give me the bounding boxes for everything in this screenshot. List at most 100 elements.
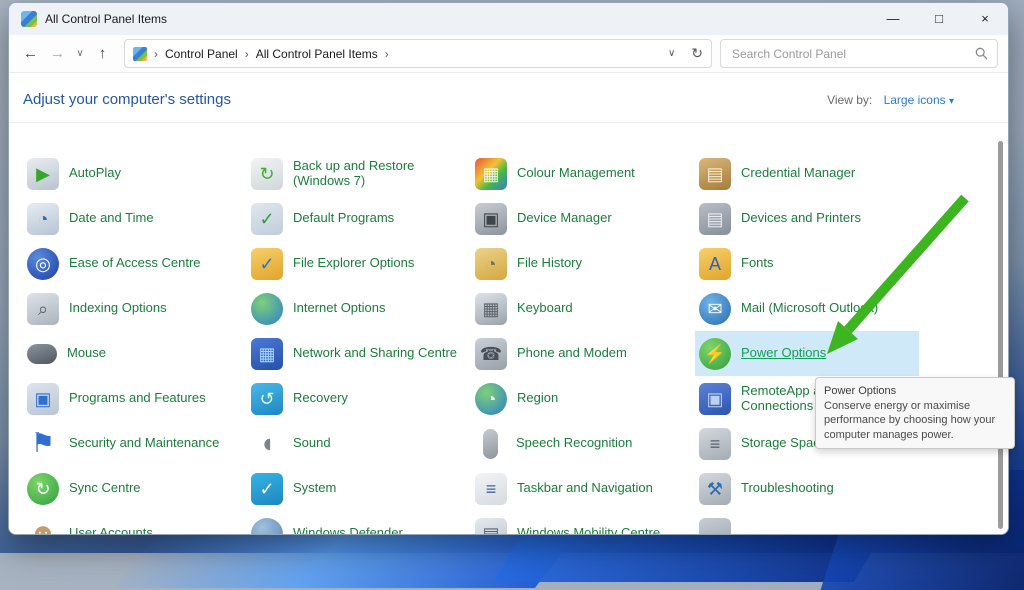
- item-date-time[interactable]: ◔ Date and Time: [23, 196, 247, 241]
- internet-options-icon: [251, 293, 283, 325]
- breadcrumb-chevron-icon[interactable]: ›: [385, 47, 389, 61]
- tooltip-line: Conserve energy or maximise: [824, 399, 1006, 414]
- keyboard-icon: ▦: [475, 293, 507, 325]
- search-input[interactable]: [730, 46, 975, 62]
- item-label: Programs and Features: [69, 391, 206, 406]
- item-label: Sync Centre: [69, 481, 141, 496]
- item-security-maintenance[interactable]: ⚑ Security and Maintenance: [23, 421, 247, 466]
- item-mouse[interactable]: Mouse: [23, 331, 247, 376]
- tooltip-title: Power Options: [824, 384, 1006, 399]
- page-title: Adjust your computer's settings: [23, 91, 231, 108]
- header-divider: [9, 122, 1008, 123]
- item-autoplay[interactable]: ▶AutoPlay: [23, 151, 247, 196]
- item-programs-features[interactable]: ▣Programs and Features: [23, 376, 247, 421]
- item-windows-tools[interactable]: [695, 511, 919, 535]
- view-by-control[interactable]: View by: Large icons ▾: [827, 93, 954, 107]
- maximize-button[interactable]: □: [916, 3, 962, 35]
- breadcrumb-control-panel[interactable]: Control Panel: [165, 47, 238, 61]
- network-sharing-icon: ▦: [251, 338, 283, 370]
- control-panel-app-icon: [21, 11, 37, 27]
- item-user-accounts[interactable]: ☻User Accounts: [23, 511, 247, 535]
- sound-icon: ◖: [251, 428, 283, 460]
- item-label: Region: [517, 391, 558, 406]
- item-speech-recognition[interactable]: Speech Recognition: [471, 421, 695, 466]
- breadcrumb-all-items[interactable]: All Control Panel Items: [256, 47, 378, 61]
- storage-spaces-icon: ≡: [699, 428, 731, 460]
- close-button[interactable]: ×: [962, 3, 1008, 35]
- item-label: Security and Maintenance: [69, 436, 219, 451]
- window-title: All Control Panel Items: [45, 12, 167, 26]
- item-label: Troubleshooting: [741, 481, 834, 496]
- item-windows-defender[interactable]: Windows Defender: [247, 511, 471, 535]
- recent-pages-chevron-icon[interactable]: ∨: [71, 48, 89, 59]
- item-file-history[interactable]: ◔File History: [471, 241, 695, 286]
- breadcrumb-chevron-icon[interactable]: ›: [245, 47, 249, 61]
- item-label: File History: [517, 256, 582, 271]
- autoplay-icon: ▶: [27, 158, 59, 190]
- item-keyboard[interactable]: ▦Keyboard: [471, 286, 695, 331]
- default-programs-icon: ✓: [251, 203, 283, 235]
- item-network-sharing[interactable]: ▦ Network and Sharing Centre: [247, 331, 471, 376]
- item-sound[interactable]: ◖Sound: [247, 421, 471, 466]
- view-by-caret-icon[interactable]: ▾: [949, 96, 954, 107]
- up-icon[interactable]: ↑: [89, 45, 116, 62]
- credential-manager-icon: ▤: [699, 158, 731, 190]
- power-options-icon: ⚡: [699, 338, 731, 370]
- item-taskbar-navigation[interactable]: ≡ Taskbar and Navigation: [471, 466, 695, 511]
- item-label: Default Programs: [293, 211, 394, 226]
- recovery-icon: ↺: [251, 383, 283, 415]
- search-box[interactable]: [720, 39, 998, 68]
- item-devices-printers[interactable]: ▤Devices and Printers: [695, 196, 919, 241]
- minimize-button[interactable]: —: [870, 3, 916, 35]
- item-label: Network and Sharing Centre: [293, 346, 457, 361]
- view-by-value[interactable]: Large icons: [884, 93, 946, 107]
- device-manager-icon: ▣: [475, 203, 507, 235]
- item-credential-manager[interactable]: ▤ Credential Manager: [695, 151, 919, 196]
- power-options-tooltip: Power Options Conserve energy or maximis…: [815, 377, 1015, 449]
- devices-printers-icon: ▤: [699, 203, 731, 235]
- item-fonts[interactable]: AFonts: [695, 241, 919, 286]
- fonts-icon: A: [699, 248, 731, 280]
- item-internet-options[interactable]: Internet Options: [247, 286, 471, 331]
- item-windows-mobility-centre[interactable]: ▤Windows Mobility Centre: [471, 511, 695, 535]
- security-maintenance-icon: ⚑: [27, 428, 59, 460]
- item-label: Power Options: [741, 346, 826, 361]
- refresh-icon[interactable]: ↻: [691, 45, 703, 62]
- breadcrumb-chevron-icon[interactable]: ›: [154, 47, 158, 61]
- item-label: Credential Manager: [741, 166, 855, 181]
- item-ease-of-access[interactable]: ◎Ease of Access Centre: [23, 241, 247, 286]
- control-panel-crumb-icon[interactable]: [133, 47, 147, 61]
- item-default-programs[interactable]: ✓ Default Programs: [247, 196, 471, 241]
- item-power-options[interactable]: ⚡ Power Options: [695, 331, 919, 376]
- item-label: Mouse: [67, 346, 106, 361]
- taskbar-navigation-icon: ≡: [475, 473, 507, 505]
- backup-restore-icon: ↻: [251, 158, 283, 190]
- item-label: Taskbar and Navigation: [517, 481, 653, 496]
- address-dropdown-icon[interactable]: ∨: [668, 48, 675, 59]
- item-troubleshooting[interactable]: ⚒Troubleshooting: [695, 466, 919, 511]
- back-icon[interactable]: ←: [17, 45, 44, 62]
- item-phone-modem[interactable]: ☎Phone and Modem: [471, 331, 695, 376]
- item-recovery[interactable]: ↺ Recovery: [247, 376, 471, 421]
- item-label: Speech Recognition: [516, 436, 632, 451]
- view-by-label: View by:: [827, 93, 872, 107]
- item-label: Date and Time: [69, 211, 154, 226]
- item-sync-centre[interactable]: ↻Sync Centre: [23, 466, 247, 511]
- item-device-manager[interactable]: ▣ Device Manager: [471, 196, 695, 241]
- item-indexing-options[interactable]: ⌕Indexing Options: [23, 286, 247, 331]
- address-bar[interactable]: › Control Panel › All Control Panel Item…: [124, 39, 712, 68]
- item-label: Recovery: [293, 391, 348, 406]
- item-system[interactable]: ✓System: [247, 466, 471, 511]
- item-label: Indexing Options: [69, 301, 167, 316]
- item-label: Device Manager: [517, 211, 612, 226]
- date-time-icon: ◔: [27, 203, 59, 235]
- item-file-explorer-options[interactable]: ✓File Explorer Options: [247, 241, 471, 286]
- item-backup-restore[interactable]: ↻Back up and Restore (Windows 7): [247, 151, 471, 196]
- system-icon: ✓: [251, 473, 283, 505]
- item-region[interactable]: ◔Region: [471, 376, 695, 421]
- item-mail[interactable]: ✉Mail (Microsoft Outlook): [695, 286, 919, 331]
- vertical-scrollbar[interactable]: [998, 141, 1003, 529]
- user-accounts-icon: ☻: [27, 518, 59, 536]
- item-colour-management[interactable]: ▦Colour Management: [471, 151, 695, 196]
- search-icon: [975, 47, 988, 60]
